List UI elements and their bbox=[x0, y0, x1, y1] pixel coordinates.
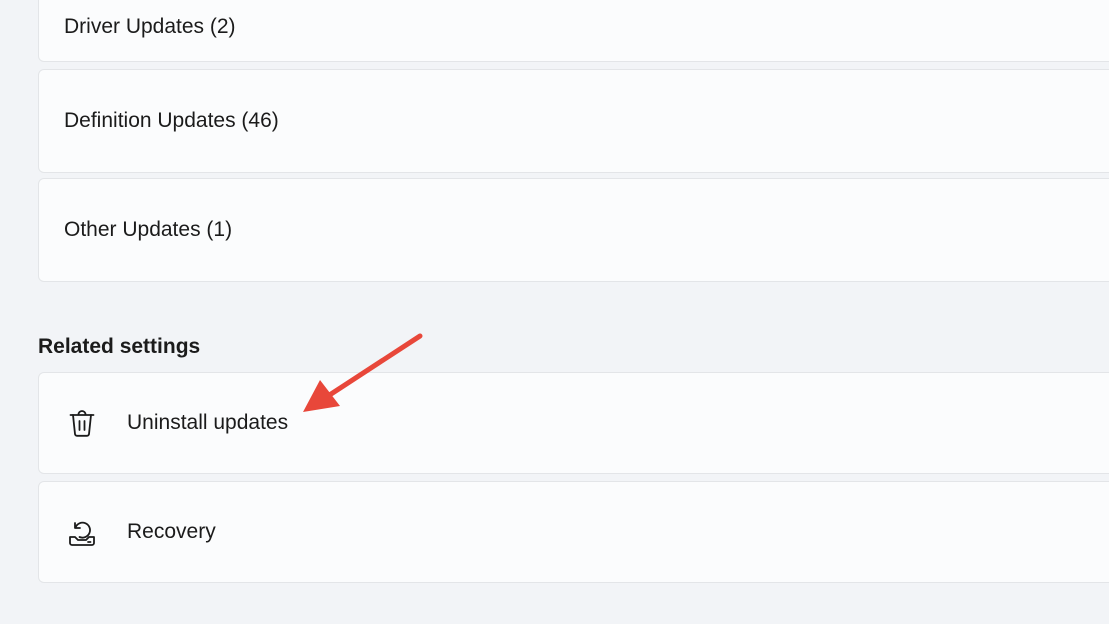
definition-updates-item[interactable]: Definition Updates (46) bbox=[38, 69, 1109, 173]
trash-icon bbox=[66, 407, 98, 439]
recovery-label: Recovery bbox=[127, 520, 216, 543]
driver-updates-label: Driver Updates (2) bbox=[64, 15, 236, 38]
related-settings-heading: Related settings bbox=[38, 335, 201, 358]
definition-updates-label: Definition Updates (46) bbox=[64, 109, 279, 132]
other-updates-item[interactable]: Other Updates (1) bbox=[38, 178, 1109, 282]
recovery-icon bbox=[66, 516, 98, 548]
recovery-item[interactable]: Recovery bbox=[38, 481, 1109, 583]
uninstall-updates-label: Uninstall updates bbox=[127, 411, 289, 434]
driver-updates-item[interactable]: Driver Updates (2) bbox=[38, 0, 1109, 62]
other-updates-label: Other Updates (1) bbox=[64, 218, 233, 241]
uninstall-updates-item[interactable]: Uninstall updates bbox=[38, 372, 1109, 474]
